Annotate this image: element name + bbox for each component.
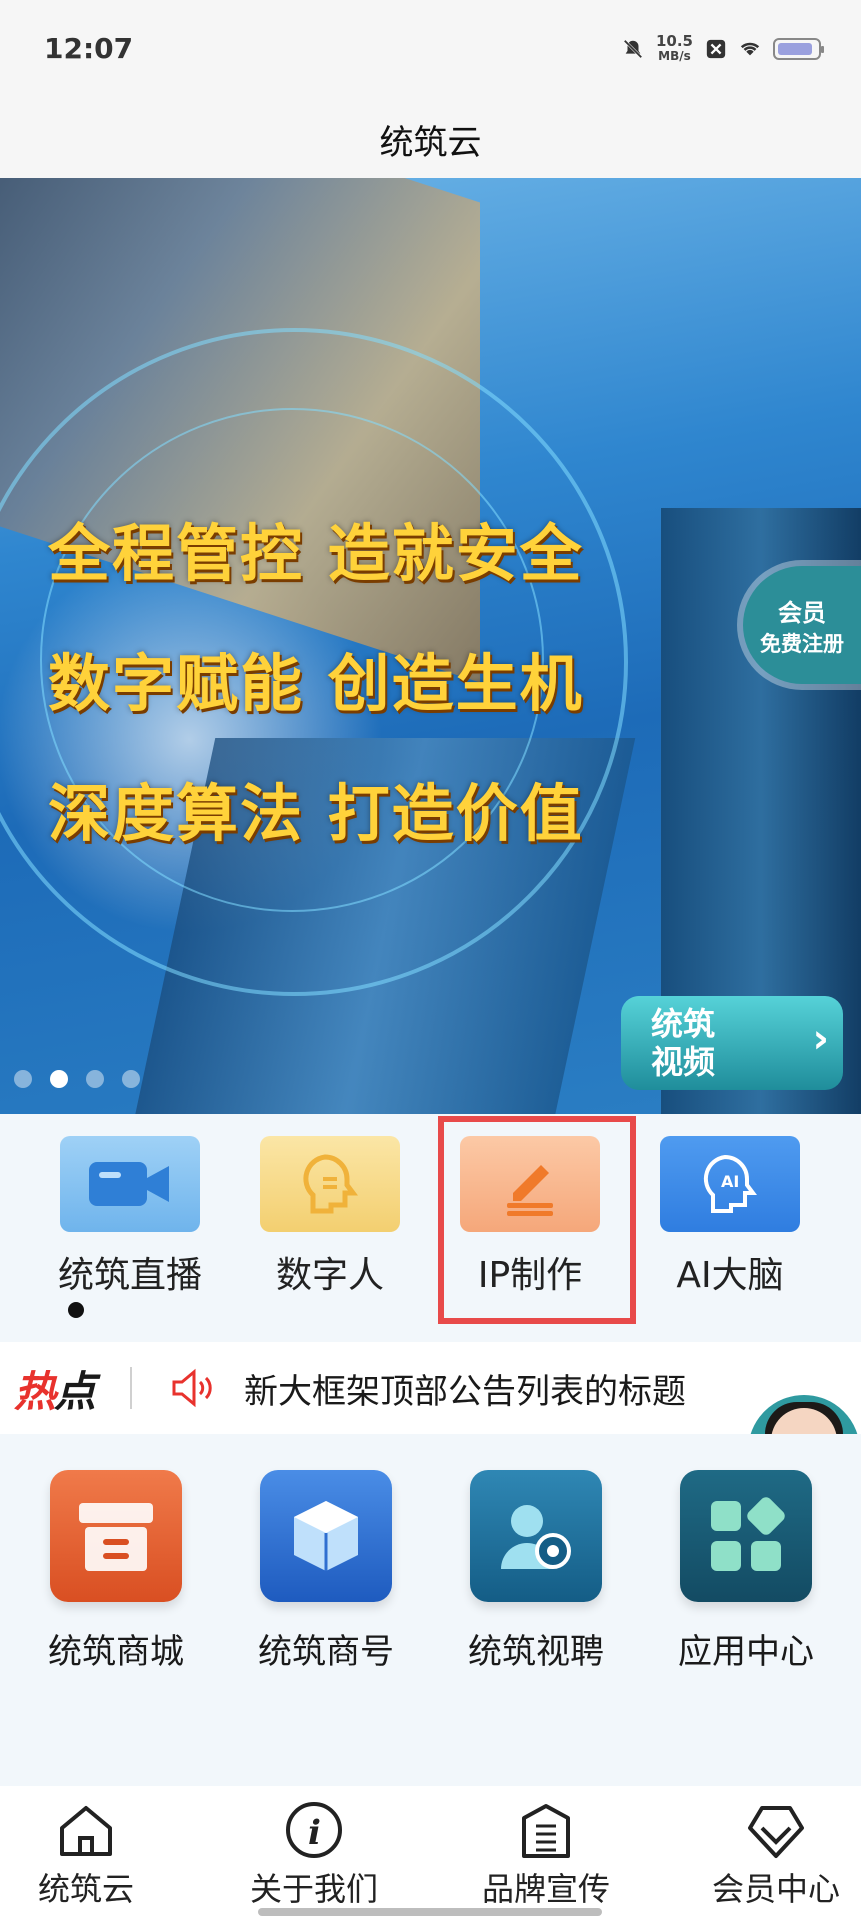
video-button-label: 统筑 视频 [651, 1005, 716, 1081]
page-title: 统筑云 [379, 122, 482, 163]
service-app-center[interactable]: 应用中心 [646, 1470, 846, 1673]
selection-highlight [438, 1116, 636, 1324]
speaker-icon [172, 1368, 212, 1408]
page-indicator [68, 1302, 84, 1318]
service-shop[interactable]: 统筑商号 [226, 1470, 426, 1673]
banner-slogan: 全程管控 造就安全 [48, 517, 584, 590]
cube-icon [260, 1470, 392, 1602]
tab-member-center[interactable]: 会员中心 [676, 1800, 861, 1910]
tab-about[interactable]: i 关于我们 [214, 1800, 414, 1910]
member-register-button[interactable]: 会员 免费注册 [743, 566, 861, 684]
mute-bell-icon [623, 39, 643, 59]
quick-ai-brain-label: AI大脑 [676, 1255, 784, 1296]
quick-actions: 统筑直播 数字人 IP制作 AI AI大脑 [0, 1114, 861, 1324]
webcam-person-icon [470, 1470, 602, 1602]
carousel-dots [14, 1070, 140, 1088]
svg-text:AI: AI [721, 1172, 739, 1191]
carousel-dot[interactable] [122, 1070, 140, 1088]
service-mall-label: 统筑商城 [48, 1632, 184, 1672]
hot-tag: 热点 [14, 1366, 96, 1416]
storage-box-icon [50, 1470, 182, 1602]
info-icon: i [286, 1802, 342, 1858]
tab-brand-label: 品牌宣传 [481, 1870, 610, 1908]
tab-brand[interactable]: 品牌宣传 [446, 1800, 646, 1910]
service-app-center-label: 应用中心 [678, 1632, 814, 1672]
digital-human-icon [260, 1136, 400, 1232]
notice-divider [130, 1367, 133, 1409]
banner-slogan: 深度算法 打造价值 [48, 777, 584, 850]
tab-home[interactable]: 统筑云 [0, 1800, 186, 1910]
video-button[interactable]: 统筑 视频 › [621, 996, 843, 1090]
status-icons: 10.5 MB/s [622, 32, 824, 64]
bottom-tab-bar: 统筑云 i 关于我们 品牌宣传 会员中心 [0, 1786, 861, 1920]
wifi-icon [740, 42, 760, 56]
video-camera-icon [60, 1136, 200, 1232]
status-time: 12:07 [44, 32, 134, 65]
ai-head-icon: AI [660, 1136, 800, 1232]
net-speed: 10.5 MB/s [655, 32, 693, 64]
services-grid: 统筑商城 统筑商号 统筑视聘 应用中心 [0, 1434, 861, 1684]
banner-slogans: 全程管控 造就安全 数字赋能 创造生机 深度算法 打造价值 [48, 503, 584, 893]
member-badge-line1: 会员 [778, 598, 826, 627]
header: 统筑云 [0, 100, 861, 178]
data-off-icon [706, 39, 726, 59]
carousel-dot[interactable] [86, 1070, 104, 1088]
tab-about-label: 关于我们 [249, 1870, 378, 1908]
announcement-bar[interactable]: 热点 新大框架顶部公告列表的标题 [0, 1342, 861, 1434]
app-grid-icon [680, 1470, 812, 1602]
carousel-dot-active[interactable] [50, 1070, 68, 1088]
battery-icon [773, 38, 824, 60]
quick-digital-human-label: 数字人 [275, 1255, 384, 1296]
svg-text:i: i [308, 1813, 321, 1853]
carousel-dot[interactable] [14, 1070, 32, 1088]
quick-live-stream[interactable]: 统筑直播 [50, 1136, 210, 1298]
home-indicator[interactable] [258, 1908, 602, 1916]
chevron-right-icon: › [812, 1016, 829, 1062]
quick-digital-human[interactable]: 数字人 [250, 1136, 410, 1298]
member-badge-line2: 免费注册 [760, 631, 844, 656]
building-icon [522, 1804, 570, 1858]
quick-live-stream-label: 统筑直播 [57, 1255, 202, 1296]
tab-member-center-label: 会员中心 [711, 1870, 840, 1908]
status-bar: 12:07 10.5 MB/s [0, 0, 861, 100]
service-video-recruit[interactable]: 统筑视聘 [436, 1470, 636, 1673]
diamond-icon [748, 1806, 804, 1858]
announcement-text: 新大框架顶部公告列表的标题 [244, 1371, 687, 1412]
service-video-recruit-label: 统筑视聘 [468, 1632, 604, 1672]
hero-banner[interactable]: 全程管控 造就安全 数字赋能 创造生机 深度算法 打造价值 会员 免费注册 统筑… [0, 178, 861, 1114]
tab-home-label: 统筑云 [37, 1870, 134, 1908]
banner-slogan: 数字赋能 创造生机 [48, 647, 584, 720]
home-icon [60, 1806, 112, 1856]
service-mall[interactable]: 统筑商城 [16, 1470, 216, 1673]
service-shop-label: 统筑商号 [258, 1632, 394, 1672]
quick-ai-brain[interactable]: AI AI大脑 [650, 1136, 810, 1298]
